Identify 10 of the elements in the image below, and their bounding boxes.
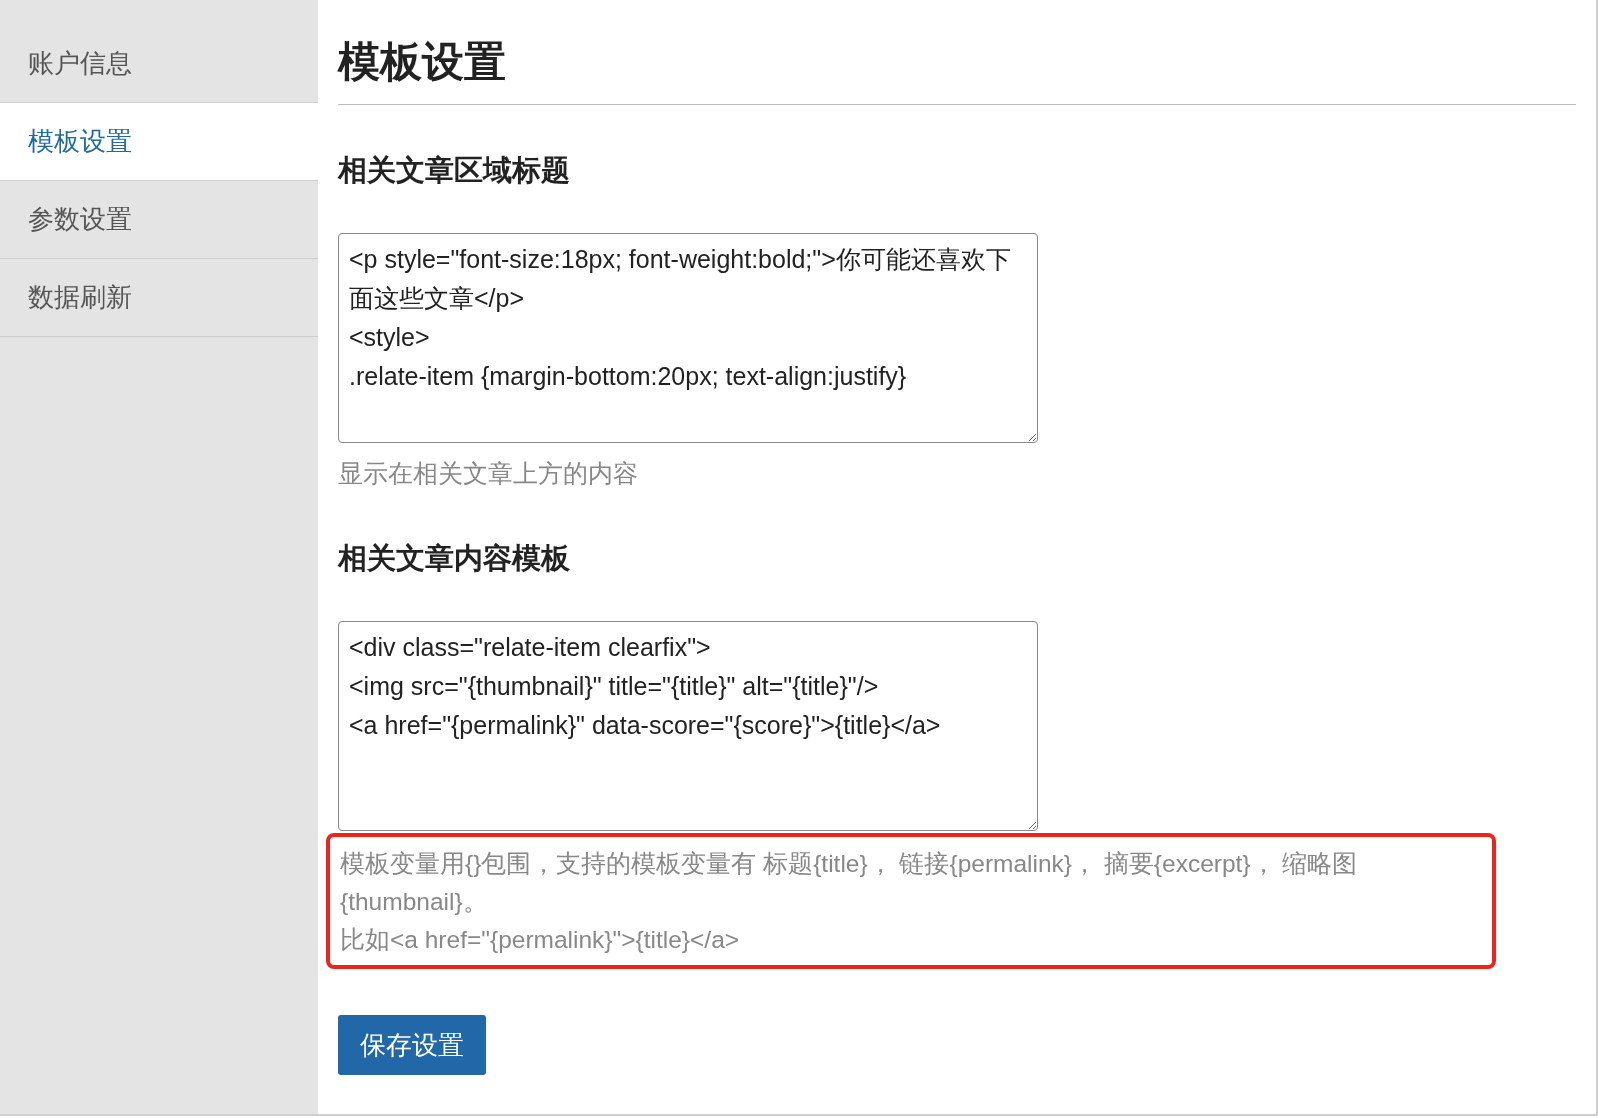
- save-button[interactable]: 保存设置: [338, 1015, 486, 1075]
- hint-text: 比如<a href="{permalink}">{title}</a>: [340, 925, 741, 955]
- code-field[interactable]: <p style="font-size:18px; font-weight:bold;">你可能还喜欢下面这些文章</p> <style> .relate-item {margin-bottom:20px; text-align:justify}: [338, 233, 1038, 443]
- page-title: 模板设置: [338, 34, 1576, 105]
- section-heading: 相关文章区域标题: [338, 153, 571, 188]
- hint-text: 模板变量用{}包围，支持的模板变量有 标题{title}， 链接{permalink}， 摘要{excerpt}， 缩略图{thumbnail}。: [340, 849, 1359, 917]
- sidebar-item[interactable]: 模板设置: [0, 103, 318, 181]
- section-heading: 相关文章内容模板: [338, 541, 571, 576]
- code-field[interactable]: <div class="relate-item clearfix"> <img src="{thumbnail}" title="{title}" alt="{title}"/> <a href="{permalink}" data-score="{score}">{title}</a>: [338, 621, 1038, 831]
- hint-text: 显示在相关文章上方的内容: [338, 459, 639, 489]
